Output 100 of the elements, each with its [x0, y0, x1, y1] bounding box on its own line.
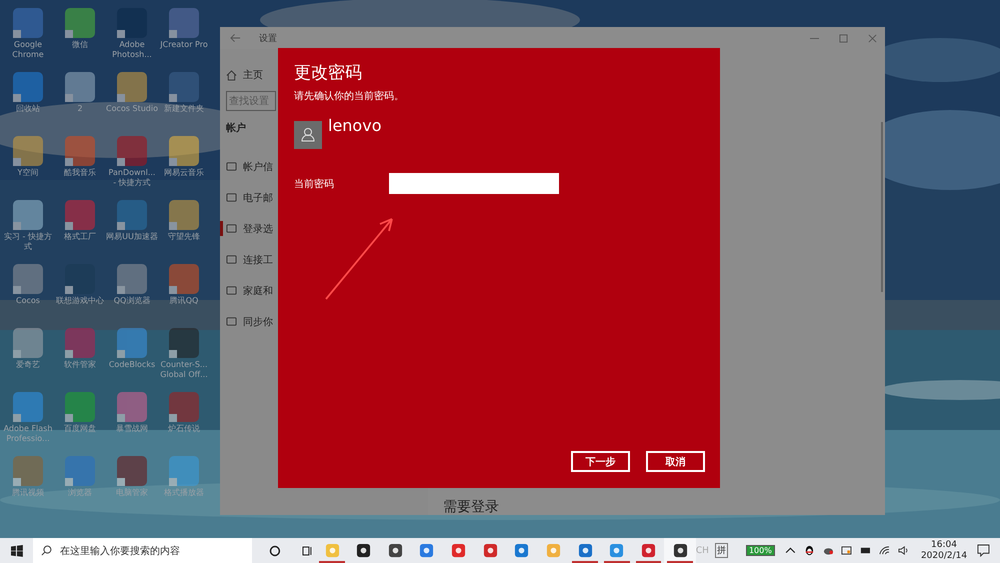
cortana-circle-icon[interactable] [269, 544, 282, 556]
app-shortcut-icon[interactable] [117, 328, 147, 358]
field-label: 当前密码 [294, 178, 335, 190]
shortcut-label: 电脑管家 [115, 488, 149, 498]
app-shortcut-icon[interactable] [117, 392, 147, 422]
wifi-icon[interactable] [879, 545, 890, 556]
shortcut-label: Y空间 [16, 168, 40, 178]
nav-item[interactable]: 帐户信 [243, 160, 273, 174]
search-field[interactable]: 在这里输入你要搜索的内容 [32, 538, 252, 563]
shortcut-label: 网易云音乐 [163, 168, 205, 178]
app-shortcut-icon[interactable] [117, 136, 147, 166]
input-method-indicator[interactable]: 拼 [714, 543, 728, 558]
nav-item[interactable]: 同步你 [243, 314, 273, 328]
nav-item-icon [226, 223, 237, 234]
app-shortcut-icon[interactable] [65, 328, 95, 358]
monitor-icon[interactable] [841, 545, 852, 556]
nav-item-icon [226, 161, 237, 172]
shortcut-label: 软件管家 [63, 360, 97, 370]
app-shortcut-icon[interactable] [65, 72, 95, 102]
battery-indicator[interactable]: 100% [746, 545, 775, 556]
section-heading: 需要登录 [443, 499, 500, 513]
app-shortcut-icon[interactable] [65, 200, 95, 230]
app-shortcut-icon[interactable] [65, 392, 95, 422]
battery-icon[interactable] [860, 545, 872, 556]
app-shortcut-icon[interactable] [13, 456, 43, 486]
app-shortcut-icon[interactable] [169, 8, 199, 38]
scrollbar[interactable] [881, 122, 883, 292]
app-shortcut-icon[interactable] [13, 392, 43, 422]
dialog-subtitle: 请先确认你的当前密码。 [294, 90, 405, 103]
clock-date[interactable]: 2020/2/14 [920, 550, 968, 562]
app-shortcut-icon[interactable] [13, 200, 43, 230]
taskbar-app[interactable] [664, 538, 696, 563]
nav-item-icon [226, 192, 237, 203]
nav-item-icon [226, 254, 237, 265]
penguin-icon[interactable] [804, 545, 815, 556]
app-shortcut-icon[interactable] [65, 8, 95, 38]
shortcut-label: Adobe Flash Professio... [2, 424, 54, 444]
app-shortcut-icon[interactable] [169, 200, 199, 230]
app-shortcut-icon[interactable] [13, 8, 43, 38]
nav-item-icon [226, 285, 237, 296]
shortcut-label: Google Chrome [11, 40, 45, 60]
shortcut-label: 守望先锋 [167, 232, 201, 242]
shortcut-label: 格式工厂 [63, 232, 97, 242]
home-link[interactable]: 主页 [243, 68, 263, 82]
back-arrow-icon[interactable] [230, 33, 241, 43]
app-shortcut-icon[interactable] [169, 264, 199, 294]
shortcut-label: 2 [76, 104, 84, 114]
home-icon [226, 70, 237, 80]
shortcut-label: Adobe Photosh... [111, 40, 153, 60]
shortcut-label: 浏览器 [67, 488, 93, 498]
app-shortcut-icon[interactable] [169, 392, 199, 422]
app-shortcut-icon[interactable] [117, 456, 147, 486]
nav-item[interactable]: 连接工 [243, 252, 273, 266]
speaker-icon[interactable] [898, 545, 909, 556]
shortcut-label: PanDownl... - 快捷方式 [108, 168, 156, 188]
shortcut-label: 联想游戏中心 [55, 296, 105, 306]
dialog-title: 更改密码 [294, 62, 363, 84]
app-shortcut-icon[interactable] [169, 328, 199, 358]
shortcut-label: JCreator Pro [158, 40, 209, 50]
shortcut-label: 实习 - 快捷方式 [3, 232, 53, 252]
nav-item-icon [226, 316, 237, 327]
shortcut-label: Cocos Studio [106, 104, 158, 114]
app-shortcut-icon[interactable] [117, 264, 147, 294]
nav-item[interactable]: 登录选 [243, 222, 273, 236]
shortcut-label: 炉石传说 [167, 424, 201, 434]
search-icon [40, 545, 52, 556]
shortcut-label: 网易UU加速器 [106, 232, 158, 242]
shortcut-label: 腾讯QQ [168, 296, 200, 306]
shortcut-label: 爱奇艺 [15, 360, 41, 370]
app-shortcut-icon[interactable] [117, 200, 147, 230]
shortcut-label: Cocos [15, 296, 41, 306]
task-view-icon[interactable] [301, 544, 314, 556]
app-shortcut-icon[interactable] [117, 72, 147, 102]
chevron-up-icon[interactable] [784, 545, 796, 556]
app-shortcut-icon[interactable] [13, 72, 43, 102]
maximize-icon[interactable] [839, 34, 848, 42]
app-shortcut-icon[interactable] [13, 264, 43, 294]
windows-start-icon[interactable] [11, 544, 23, 556]
shortcut-label: Counter-S... Global Off... [159, 360, 209, 380]
nav-item[interactable]: 家庭和 [243, 284, 273, 298]
app-shortcut-icon[interactable] [65, 264, 95, 294]
close-icon[interactable] [868, 34, 877, 42]
shortcut-label: 回收站 [15, 104, 41, 114]
shortcut-label: QQ浏览器 [112, 296, 152, 306]
clock-time[interactable]: 16:04 [931, 540, 957, 550]
app-shortcut-icon[interactable] [117, 8, 147, 38]
shortcut-label: 百度网盘 [63, 424, 97, 434]
notification-icon[interactable] [977, 544, 990, 557]
shortcut-label: 腾讯视频 [11, 488, 45, 498]
next-button[interactable]: 下一步 [571, 451, 630, 472]
cancel-button[interactable]: 取消 [646, 451, 705, 472]
password-field[interactable] [389, 173, 559, 194]
shortcut-label: 暴雪战网 [115, 424, 149, 434]
app-shortcut-icon[interactable] [65, 456, 95, 486]
app-shortcut-icon[interactable] [13, 328, 43, 358]
user-avatar-icon [294, 121, 322, 149]
app-shortcut-icon[interactable] [169, 72, 199, 102]
nav-item[interactable]: 电子邮 [243, 190, 273, 204]
shortcut-label: 微信 [71, 40, 89, 50]
app-shortcut-icon[interactable] [65, 136, 95, 166]
